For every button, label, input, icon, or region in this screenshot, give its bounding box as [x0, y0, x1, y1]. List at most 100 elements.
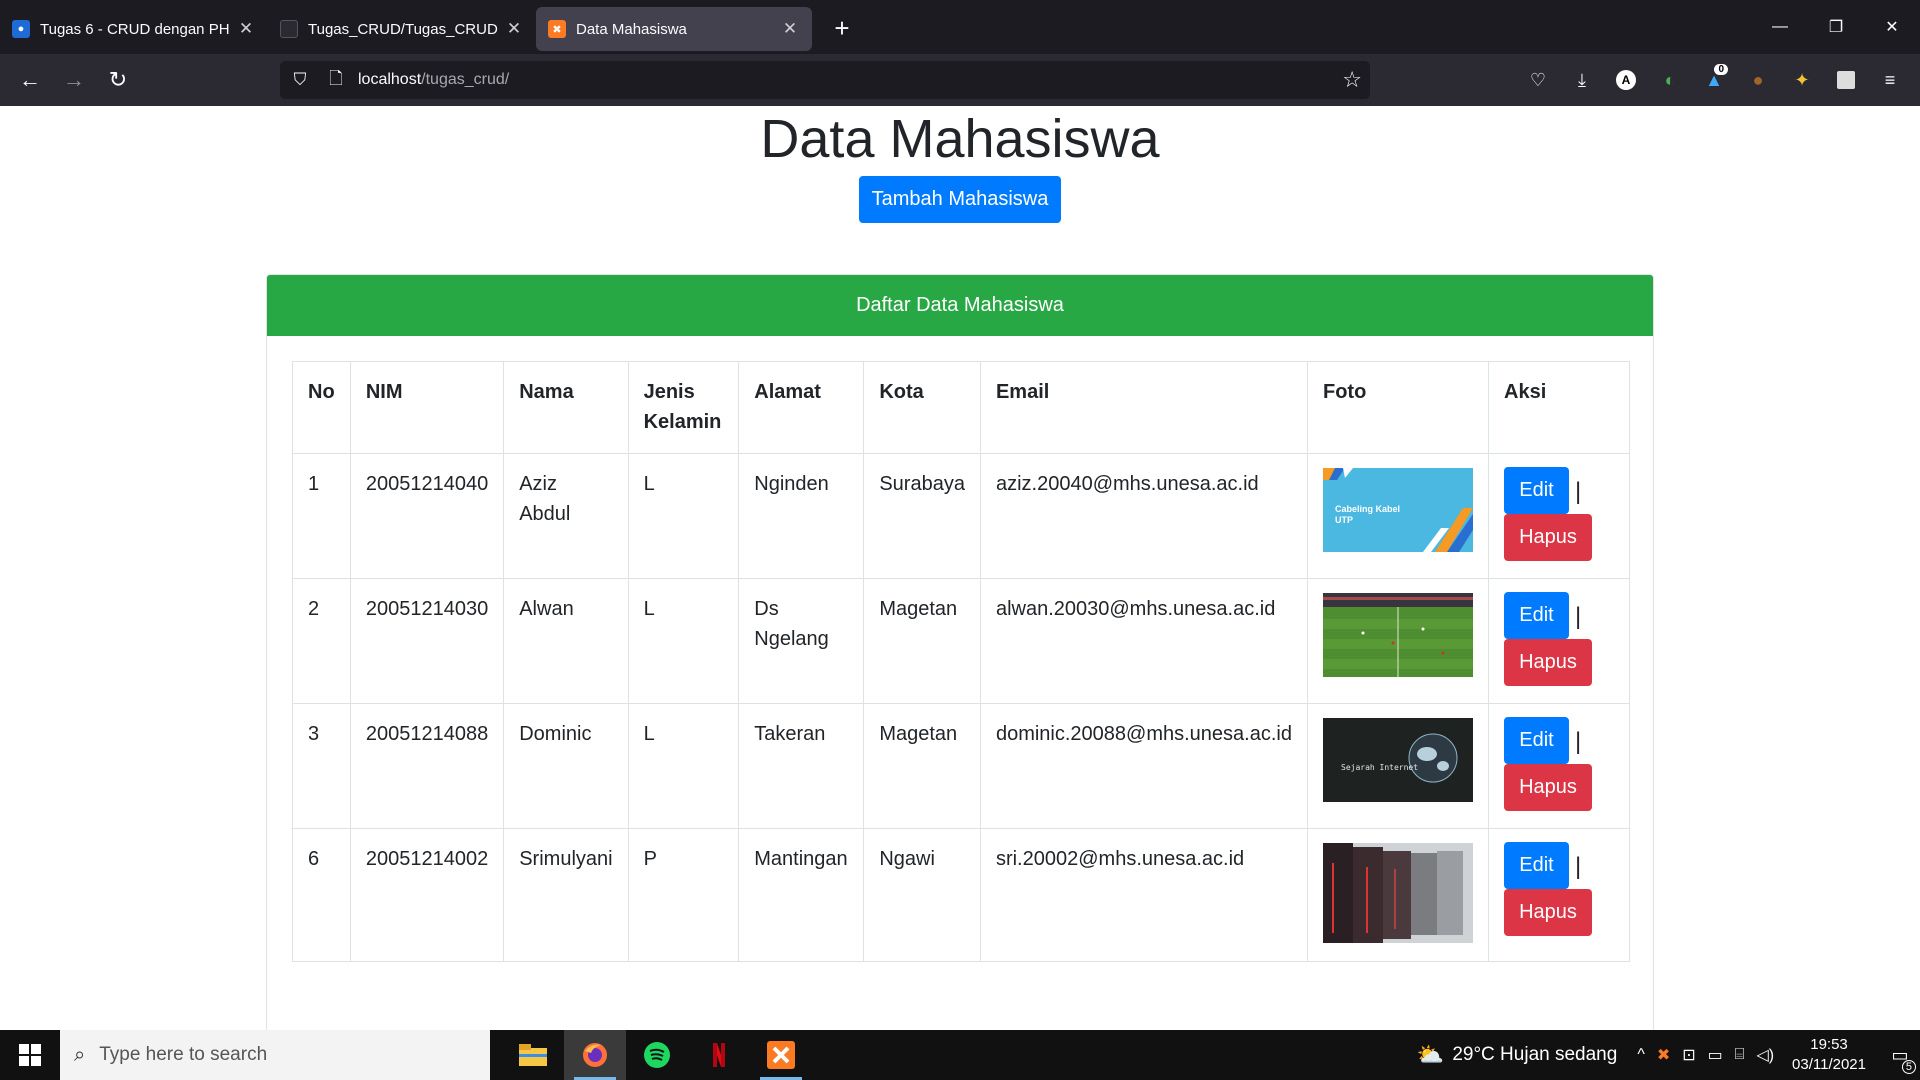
cell-nama: Srimulyani [503, 828, 629, 962]
delete-button[interactable]: Hapus [1504, 639, 1592, 686]
col-header-jenis-kelamin: Jenis Kelamin [627, 361, 740, 454]
tab-classroom[interactable]: ● Tugas 6 - CRUD dengan PHP OOP ✕ [0, 7, 268, 51]
edit-button[interactable]: Edit [1504, 592, 1569, 639]
new-tab-button[interactable]: + [822, 13, 862, 44]
delete-button[interactable]: Hapus [1504, 889, 1592, 936]
notification-icon[interactable]: ▭ 5 [1880, 1045, 1920, 1074]
xampp-icon: ✖ [548, 20, 566, 38]
netflix-icon[interactable] [688, 1030, 750, 1080]
weather-widget[interactable]: ⛅ 29°C Hujan sedang [1417, 1042, 1617, 1068]
student-table: No NIM Nama Jenis Kelamin Alamat Kota Em… [292, 361, 1630, 962]
cell-aksi: Edit | Hapus [1488, 703, 1630, 829]
close-icon[interactable]: ✕ [780, 19, 800, 39]
address-bar[interactable]: ⛉ 🗋 localhost/tugas_crud/ ☆ [280, 61, 1370, 99]
github-icon [280, 20, 298, 38]
cell-nim: 20051214088 [349, 703, 505, 829]
add-student-button[interactable]: Tambah Mahasiswa [859, 176, 1061, 223]
col-header-alamat: Alamat [738, 361, 865, 454]
account-icon[interactable]: A [1604, 62, 1648, 98]
search-placeholder: Type here to search [99, 1044, 268, 1065]
delete-button[interactable]: Hapus [1504, 764, 1592, 811]
tab-data-mahasiswa[interactable]: ✖ Data Mahasiswa ✕ [536, 7, 812, 51]
camera-icon[interactable]: ⊡ [1682, 1045, 1695, 1065]
bookmark-star-icon[interactable]: ☆ [1342, 67, 1362, 93]
action-separator: | [1575, 852, 1582, 880]
back-icon[interactable]: ← [8, 58, 52, 102]
volume-icon[interactable]: ◁) [1756, 1045, 1774, 1065]
extension-square-icon[interactable] [1824, 62, 1868, 98]
edit-button[interactable]: Edit [1504, 717, 1569, 764]
notification-count: 5 [1901, 1059, 1916, 1074]
reload-icon[interactable]: ↻ [96, 58, 140, 102]
edit-button[interactable]: Edit [1504, 467, 1569, 514]
url-text[interactable]: localhost/tugas_crud/ [358, 71, 509, 89]
table-header-row: No NIM Nama Jenis Kelamin Alamat Kota Em… [292, 361, 1630, 454]
taskbar-apps [490, 1030, 812, 1080]
action-separator: | [1575, 727, 1582, 755]
col-header-email: Email [979, 361, 1308, 454]
windows-start-icon[interactable] [0, 1030, 60, 1080]
page-content: Data Mahasiswa Tambah Mahasiswa Daftar D… [0, 106, 1920, 1080]
photo-caption: Sejarah Internet [1341, 763, 1418, 772]
cell-foto: Cabeling Kabel UTP [1306, 453, 1490, 579]
table-row: 2 20051214030 Alwan L Ds Ngelang Magetan… [292, 578, 1630, 704]
extension-globe-icon[interactable]: ◐ [1648, 62, 1692, 98]
xampp-icon[interactable] [750, 1030, 812, 1080]
cell-alamat: Takeran [738, 703, 865, 829]
download-icon[interactable]: ⤓ [1560, 62, 1604, 98]
cell-nama: Aziz Abdul [503, 453, 629, 579]
action-separator: | [1575, 602, 1582, 630]
clock-date: 03/11/2021 [1792, 1056, 1866, 1073]
tab-title: Data Mahasiswa [576, 20, 687, 38]
delete-button[interactable]: Hapus [1504, 514, 1592, 561]
xampp-tray-icon[interactable]: ✖ [1657, 1045, 1670, 1065]
network-icon[interactable]: ⌸ [1735, 1046, 1745, 1064]
clock[interactable]: 19:53 03/11/2021 [1792, 1035, 1866, 1075]
cell-foto [1306, 578, 1490, 704]
pocket-icon[interactable]: ♡ [1516, 62, 1560, 98]
cell-aksi: Edit | Hapus [1488, 578, 1630, 704]
firefox-icon[interactable] [564, 1030, 626, 1080]
cell-nama: Dominic [503, 703, 629, 829]
taskbar-search-input[interactable]: ⌕ Type here to search [60, 1030, 490, 1080]
close-icon[interactable]: ✕ [504, 19, 524, 39]
menu-icon[interactable]: ≡ [1868, 62, 1912, 98]
search-icon: ⌕ [74, 1043, 86, 1066]
battery-icon[interactable]: ▭ [1708, 1045, 1723, 1065]
cell-kota: Magetan [863, 703, 981, 829]
cell-email: sri.20002@mhs.unesa.ac.id [979, 828, 1308, 962]
spotify-icon[interactable] [626, 1030, 688, 1080]
cell-alamat: Ds Ngelang [738, 578, 865, 704]
cell-email: aziz.20040@mhs.unesa.ac.id [979, 453, 1308, 579]
page-title: Data Mahasiswa [760, 109, 1160, 169]
forward-icon[interactable]: → [52, 58, 96, 102]
shield-icon[interactable]: ⛉ [282, 70, 318, 90]
extension-cookie-icon[interactable]: ● [1736, 62, 1780, 98]
close-icon[interactable]: ✕ [236, 19, 256, 39]
card-header: Daftar Data Mahasiswa [267, 275, 1653, 336]
table-row: 6 20051214002 Srimulyani P Mantingan Nga… [292, 828, 1630, 962]
cell-kota: Ngawi [863, 828, 981, 962]
cell-no: 1 [292, 453, 351, 579]
chevron-up-icon[interactable]: ^ [1637, 1046, 1645, 1064]
extension-badge-icon[interactable]: ▲ 0 [1692, 62, 1736, 98]
cell-nim: 20051214040 [349, 453, 505, 579]
page-icon: 🗋 [329, 68, 343, 88]
cell-alamat: Mantingan [738, 828, 865, 962]
close-window-icon[interactable]: ✕ [1864, 0, 1920, 54]
photo-caption-line2: UTP [1335, 515, 1353, 525]
window-controls: — ❐ ✕ [1752, 0, 1920, 54]
edit-button[interactable]: Edit [1504, 842, 1569, 889]
classroom-icon: ● [12, 20, 30, 38]
extension-bee-icon[interactable]: ✦ [1780, 62, 1824, 98]
tab-github[interactable]: Tugas_CRUD/Tugas_CRUD at main ✕ [268, 7, 536, 51]
cell-kota: Surabaya [863, 453, 981, 579]
cell-aksi: Edit | Hapus [1488, 453, 1630, 579]
file-explorer-icon[interactable] [502, 1030, 564, 1080]
student-photo: Cabeling Kabel UTP [1322, 468, 1473, 552]
restore-icon[interactable]: ❐ [1808, 0, 1864, 54]
cell-no: 3 [292, 703, 351, 829]
cell-no: 2 [292, 578, 351, 704]
minimize-icon[interactable]: — [1752, 0, 1808, 54]
weather-text: 29°C Hujan sedang [1452, 1044, 1618, 1065]
